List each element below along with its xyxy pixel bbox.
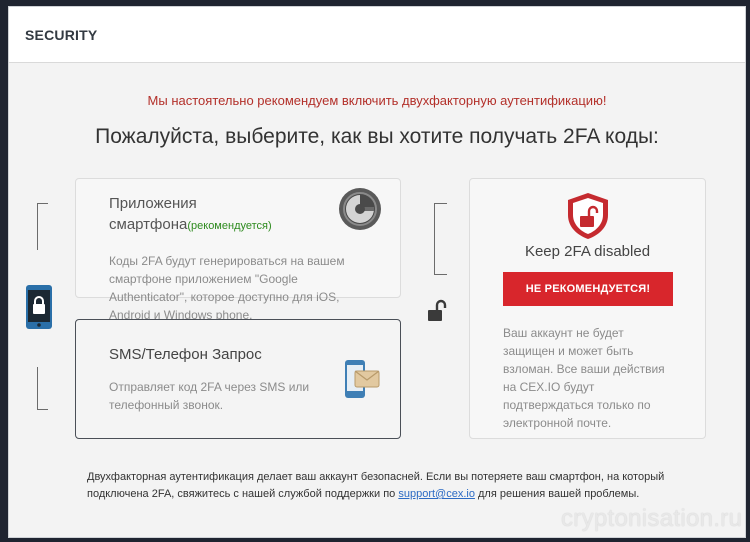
sms-option-title: SMS/Телефон Запрос	[109, 346, 262, 363]
phone-sms-icon	[343, 358, 383, 407]
sms-option-description: Отправляет код 2FA через SMS или телефон…	[109, 380, 310, 412]
warning-message: Мы настоятельно рекомендуем включить дву…	[147, 93, 607, 108]
panel-header: SECURITY	[9, 7, 745, 63]
connector-top	[37, 203, 48, 250]
support-email-link[interactable]: support@cex.io	[398, 488, 475, 500]
open-lock-icon	[427, 299, 447, 328]
keep-disabled-title: Keep 2FA disabled	[524, 243, 651, 260]
option-smartphone-app[interactable]: Приложения смартфона(рекомендуется) Коды…	[75, 178, 401, 322]
security-panel: SECURITY Мы настоятельно рекомендуем вкл…	[8, 6, 746, 538]
option-sms-phone[interactable]: SMS/Телефон Запрос Отправляет код 2FA че…	[75, 319, 401, 439]
connector-bottom	[37, 367, 48, 410]
not-recommended-button[interactable]: НЕ РЕКОМЕНДУЕТСЯ!	[503, 272, 673, 306]
shield-unlock-icon	[565, 191, 611, 246]
phone-lock-icon	[25, 284, 53, 335]
app-option-title: Приложения смартфона(рекомендуется)	[109, 195, 272, 233]
disabled-option-description: Ваш аккаунт не будет защищен и может быт…	[503, 326, 665, 430]
app-option-description: Коды 2FA будут генерироваться на вашем с…	[109, 254, 345, 322]
choose-2fa-heading: Пожалуйста, выберите, как вы хотите полу…	[95, 125, 659, 148]
page-title: SECURITY	[25, 27, 98, 43]
recommended-label: (рекомендуется)	[187, 220, 272, 232]
google-authenticator-icon	[338, 187, 382, 236]
footer-note: Двухфакторная аутентификация делает ваш …	[87, 471, 665, 500]
connector-right	[434, 203, 447, 275]
watermark: cryptonisation.ru	[561, 505, 743, 532]
option-keep-disabled: Keep 2FA disabled НЕ РЕКОМЕНДУЕТСЯ! Ваш …	[469, 178, 706, 439]
